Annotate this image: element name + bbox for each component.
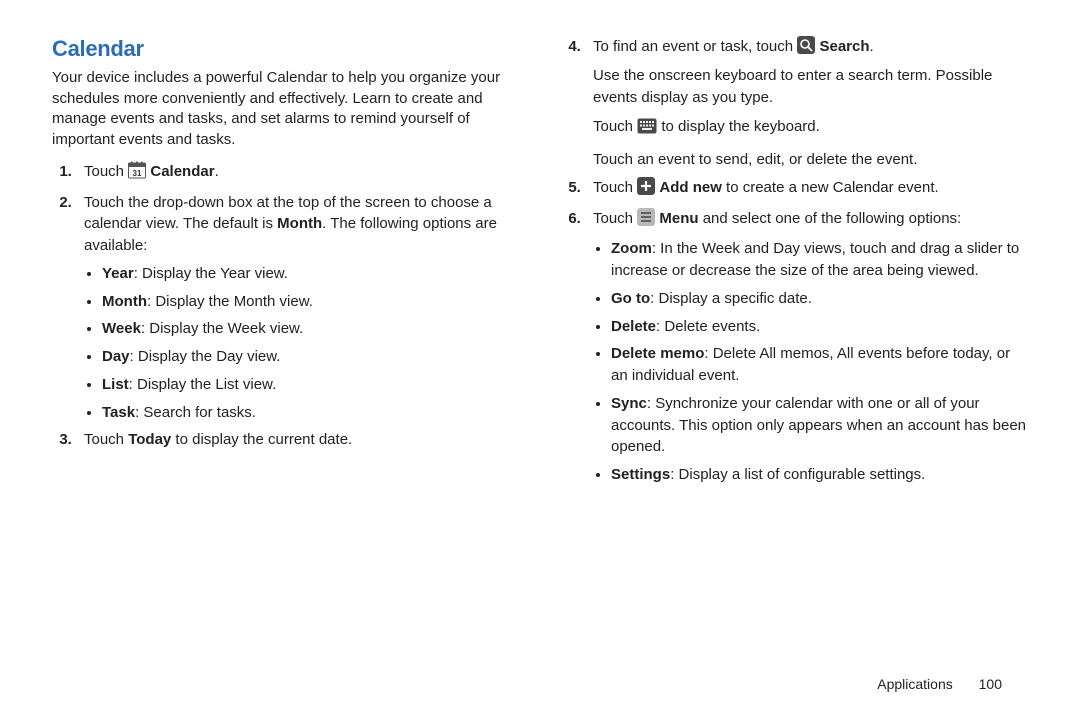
- opt-name: Day: [102, 348, 130, 365]
- step6-menu: Menu: [659, 210, 698, 227]
- step5-add: Add new: [659, 179, 722, 196]
- menu-goto: Go to: Display a specific date.: [611, 288, 1028, 310]
- view-list: List: Display the List view.: [102, 374, 519, 396]
- view-day: Day: Display the Day view.: [102, 346, 519, 368]
- step3-today: Today: [128, 431, 171, 448]
- plus-icon: [637, 177, 655, 202]
- step1-label: Calendar: [150, 163, 214, 180]
- step4-b: .: [870, 38, 874, 55]
- footer-page: 100: [979, 676, 1002, 692]
- steps-list-left: Touch 31 Calendar. Touch the drop-down b…: [52, 161, 519, 451]
- opt-desc: : Display a specific date.: [650, 290, 812, 307]
- step-1: Touch 31 Calendar.: [76, 161, 519, 186]
- menu-delete-memo: Delete memo: Delete All memos, All event…: [611, 343, 1028, 387]
- step4-p3: Touch to display the keyboard.: [593, 116, 1028, 141]
- step2-month: Month: [277, 215, 322, 232]
- step5-a: Touch: [593, 179, 637, 196]
- step3-b: to display the current date.: [171, 431, 352, 448]
- opt-name: Delete: [611, 318, 656, 335]
- opt-desc: : Display a list of configurable setting…: [670, 466, 925, 483]
- step4-a: To find an event or task, touch: [593, 38, 797, 55]
- menu-icon: [637, 208, 655, 233]
- view-week: Week: Display the Week view.: [102, 318, 519, 340]
- opt-name: Month: [102, 293, 147, 310]
- search-icon: [797, 36, 815, 61]
- step4-p3a: Touch: [593, 118, 637, 135]
- opt-name: Task: [102, 404, 135, 421]
- step4-search: Search: [819, 38, 869, 55]
- page-title: Calendar: [52, 36, 519, 62]
- step6-b: and select one of the following options:: [699, 210, 962, 227]
- step1-period: .: [215, 163, 219, 180]
- opt-desc: : Display the Month view.: [147, 293, 313, 310]
- keyboard-icon: [637, 118, 657, 141]
- opt-name: Sync: [611, 395, 647, 412]
- opt-desc: : Delete events.: [656, 318, 760, 335]
- view-option-list: Year: Display the Year view. Month: Disp…: [84, 263, 519, 424]
- opt-desc: : Display the Day view.: [130, 348, 281, 365]
- view-task: Task: Search for tasks.: [102, 402, 519, 424]
- step-5: Touch Add new to create a new Calendar e…: [585, 177, 1028, 202]
- menu-settings: Settings: Display a list of configurable…: [611, 464, 1028, 486]
- opt-desc: : Synchronize your calendar with one or …: [611, 395, 1026, 456]
- opt-desc: : Display the Week view.: [141, 320, 303, 337]
- step-4: To find an event or task, touch Search. …: [585, 36, 1028, 171]
- calendar-31-icon: 31: [128, 161, 146, 186]
- opt-desc: : Display the Year view.: [134, 265, 288, 282]
- opt-desc: : In the Week and Day views, touch and d…: [611, 240, 1019, 279]
- page: Calendar Your device includes a powerful…: [0, 0, 1080, 664]
- opt-name: List: [102, 376, 129, 393]
- step4-p4: Touch an event to send, edit, or delete …: [593, 149, 1028, 171]
- step-6: Touch Menu and select one of the followi…: [585, 208, 1028, 486]
- step4-p2: Use the onscreen keyboard to enter a sea…: [593, 65, 1028, 109]
- menu-delete: Delete: Delete events.: [611, 316, 1028, 338]
- opt-name: Delete memo: [611, 345, 704, 362]
- intro-text: Your device includes a powerful Calendar…: [52, 68, 519, 151]
- step-3: Touch Today to display the current date.: [76, 429, 519, 451]
- view-year: Year: Display the Year view.: [102, 263, 519, 285]
- step5-b: to create a new Calendar event.: [722, 179, 939, 196]
- opt-name: Settings: [611, 466, 670, 483]
- step4-p3b: to display the keyboard.: [657, 118, 820, 135]
- menu-zoom: Zoom: In the Week and Day views, touch a…: [611, 238, 1028, 282]
- right-column: To find an event or task, touch Search. …: [561, 36, 1028, 644]
- steps-list-right: To find an event or task, touch Search. …: [561, 36, 1028, 486]
- step-2: Touch the drop-down box at the top of th…: [76, 192, 519, 424]
- opt-desc: : Display the List view.: [129, 376, 277, 393]
- left-column: Calendar Your device includes a powerful…: [52, 36, 519, 644]
- page-footer: Applications 100: [877, 676, 1002, 692]
- footer-section: Applications: [877, 676, 953, 692]
- step1-touch: Touch: [84, 163, 124, 180]
- menu-option-list: Zoom: In the Week and Day views, touch a…: [593, 238, 1028, 486]
- step6-a: Touch: [593, 210, 637, 227]
- opt-name: Week: [102, 320, 141, 337]
- opt-name: Go to: [611, 290, 650, 307]
- opt-name: Zoom: [611, 240, 652, 257]
- menu-sync: Sync: Synchronize your calendar with one…: [611, 393, 1028, 458]
- opt-name: Year: [102, 265, 134, 282]
- view-month: Month: Display the Month view.: [102, 291, 519, 313]
- opt-desc: : Search for tasks.: [135, 404, 256, 421]
- step3-a: Touch: [84, 431, 128, 448]
- svg-text:31: 31: [133, 169, 142, 178]
